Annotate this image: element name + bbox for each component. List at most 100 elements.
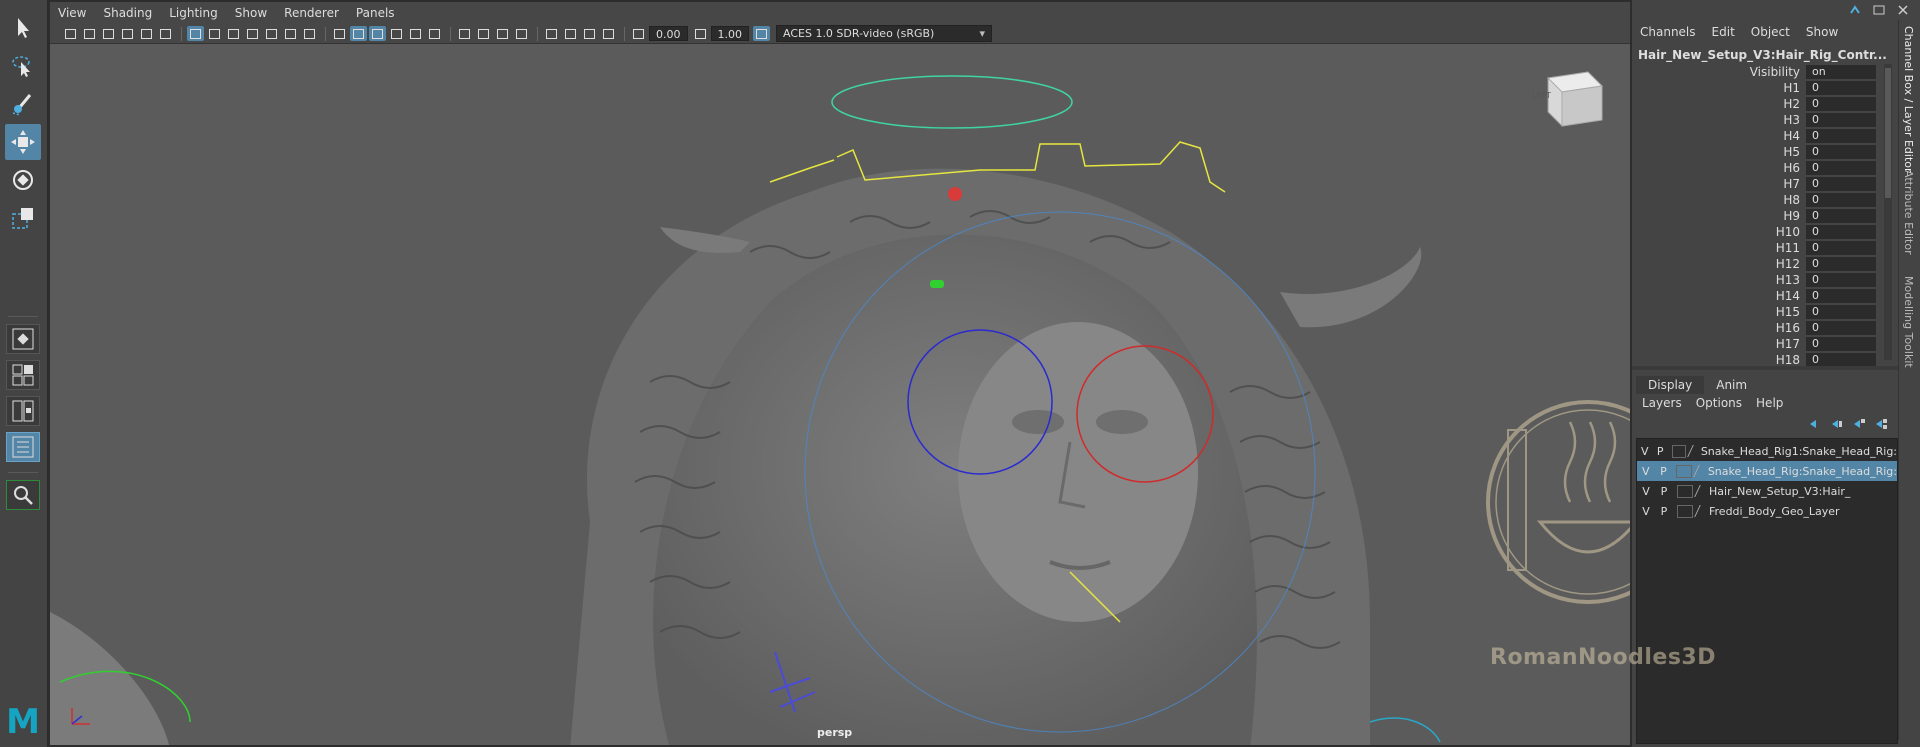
new-layer-selected-icon[interactable]	[1874, 418, 1888, 430]
channel-row[interactable]: H12 0	[1632, 256, 1890, 272]
channel-value-field[interactable]: 0	[1806, 241, 1876, 255]
channel-name[interactable]: H8	[1632, 193, 1806, 207]
2d-pan-zoom-icon[interactable]	[138, 26, 155, 41]
channel-row[interactable]: H6 0	[1632, 160, 1890, 176]
scale-tool-icon[interactable]	[5, 200, 41, 236]
menu-edit[interactable]: Edit	[1712, 25, 1735, 39]
shadows-icon[interactable]	[426, 26, 443, 41]
four-view-layout-icon[interactable]	[6, 360, 40, 390]
outliner-layout-icon[interactable]	[6, 432, 40, 462]
bookmark-icon[interactable]	[100, 26, 117, 41]
viewport-panel[interactable]: LEFT View Shading Lighting Show Renderer…	[48, 0, 1632, 747]
move-layer-down-icon[interactable]	[1830, 418, 1844, 430]
layer-visibility-toggle[interactable]: V	[1637, 505, 1655, 518]
channel-value-field[interactable]: 0	[1806, 273, 1876, 287]
tab-anim[interactable]: Anim	[1704, 376, 1759, 394]
menu-layers[interactable]: Layers	[1642, 396, 1682, 410]
layer-color-swatch[interactable]	[1671, 444, 1686, 458]
channel-row[interactable]: H10 0	[1632, 224, 1890, 240]
channel-row[interactable]: H11 0	[1632, 240, 1890, 256]
move-layer-up-icon[interactable]	[1808, 418, 1822, 430]
layer-playback-toggle[interactable]: P	[1655, 465, 1673, 478]
channel-value-field[interactable]: 0	[1806, 289, 1876, 303]
resolution-gate-icon[interactable]	[225, 26, 242, 41]
gate-mask-icon[interactable]	[244, 26, 261, 41]
channel-row[interactable]: H4 0	[1632, 128, 1890, 144]
rotate-tool-icon[interactable]	[5, 162, 41, 198]
layer-row[interactable]: V P Snake_Head_Rig1:Snake_Head_Rig:	[1637, 441, 1897, 461]
channel-name[interactable]: H6	[1632, 161, 1806, 175]
color-space-dropdown[interactable]: ACES 1.0 SDR-video (sRGB)	[776, 25, 992, 42]
screen-space-ao-icon[interactable]	[456, 26, 473, 41]
isolate-select-icon[interactable]	[543, 26, 560, 41]
exposure-icon[interactable]	[630, 26, 647, 41]
safe-title-icon[interactable]	[301, 26, 318, 41]
menu-channels[interactable]: Channels	[1640, 25, 1696, 39]
channel-name[interactable]: H1	[1632, 81, 1806, 95]
channel-row[interactable]: H16 0	[1632, 320, 1890, 336]
layer-visibility-toggle[interactable]: V	[1637, 485, 1655, 498]
channel-row[interactable]: H9 0	[1632, 208, 1890, 224]
channel-value-field[interactable]: 0	[1806, 161, 1876, 175]
layer-name[interactable]: Snake_Head_Rig:Snake_Head_Rig:	[1708, 465, 1897, 478]
single-perspective-layout-icon[interactable]	[6, 324, 40, 354]
new-layer-icon[interactable]	[1852, 418, 1866, 430]
xray-joints-icon[interactable]	[581, 26, 598, 41]
channel-value-field[interactable]: 0	[1806, 113, 1876, 127]
layer-visibility-toggle[interactable]: V	[1637, 445, 1652, 458]
motion-blur-icon[interactable]	[475, 26, 492, 41]
use-lights-icon[interactable]	[407, 26, 424, 41]
lasso-tool-icon[interactable]	[5, 48, 41, 84]
menu-shading[interactable]: Shading	[103, 6, 152, 20]
wireframe-icon[interactable]	[331, 26, 348, 41]
channel-row[interactable]: H7 0	[1632, 176, 1890, 192]
channel-name[interactable]: H7	[1632, 177, 1806, 191]
channel-row[interactable]: H2 0	[1632, 96, 1890, 112]
channel-name[interactable]: Visibility	[1632, 65, 1806, 79]
color-management-icon[interactable]	[753, 26, 770, 41]
layer-playback-toggle[interactable]: P	[1652, 445, 1667, 458]
channel-name[interactable]: H13	[1632, 273, 1806, 287]
safe-action-icon[interactable]	[282, 26, 299, 41]
select-camera-icon[interactable]	[62, 26, 79, 41]
move-tool-icon[interactable]	[5, 124, 41, 160]
channel-row[interactable]: H5 0	[1632, 144, 1890, 160]
tab-modelling-toolkit[interactable]: Modelling Toolkit	[1902, 276, 1915, 368]
grid-icon[interactable]	[187, 26, 204, 41]
grease-pencil-icon[interactable]	[157, 26, 174, 41]
layer-visibility-toggle[interactable]: V	[1637, 465, 1655, 478]
channel-row[interactable]: H15 0	[1632, 304, 1890, 320]
channel-name[interactable]: H2	[1632, 97, 1806, 111]
field-chart-icon[interactable]	[263, 26, 280, 41]
menu-show[interactable]: Show	[1806, 25, 1838, 39]
tab-attribute-editor[interactable]: Attribute Editor	[1902, 170, 1915, 255]
channel-row[interactable]: H13 0	[1632, 272, 1890, 288]
paint-select-tool-icon[interactable]	[5, 86, 41, 122]
channel-row[interactable]: H8 0	[1632, 192, 1890, 208]
menu-options[interactable]: Options	[1696, 396, 1742, 410]
menu-view[interactable]: View	[58, 6, 86, 20]
channel-name[interactable]: H5	[1632, 145, 1806, 159]
channel-name[interactable]: H18	[1632, 353, 1806, 367]
channel-value-field[interactable]: 0	[1806, 97, 1876, 111]
image-plane-icon[interactable]	[119, 26, 136, 41]
viewport-scene[interactable]: LEFT	[50, 2, 1632, 747]
channel-value-field[interactable]: 0	[1806, 145, 1876, 159]
menu-help[interactable]: Help	[1756, 396, 1783, 410]
xray-icon[interactable]	[562, 26, 579, 41]
film-gate-icon[interactable]	[206, 26, 223, 41]
search-icon[interactable]	[6, 480, 40, 510]
layer-row[interactable]: V P Freddi_Body_Geo_Layer	[1637, 501, 1897, 521]
close-icon[interactable]	[1896, 4, 1910, 16]
layer-playback-toggle[interactable]: P	[1655, 505, 1673, 518]
menu-renderer[interactable]: Renderer	[284, 6, 339, 20]
backface-culling-icon[interactable]	[600, 26, 617, 41]
channel-value-field[interactable]: 0	[1806, 129, 1876, 143]
exposure-field[interactable]: 0.00	[649, 26, 688, 41]
channel-row[interactable]: H3 0	[1632, 112, 1890, 128]
channel-name[interactable]: H3	[1632, 113, 1806, 127]
channel-name[interactable]: H15	[1632, 305, 1806, 319]
camera-attributes-icon[interactable]	[81, 26, 98, 41]
two-view-layout-icon[interactable]	[6, 396, 40, 426]
wireframe-on-shaded-icon[interactable]	[369, 26, 386, 41]
